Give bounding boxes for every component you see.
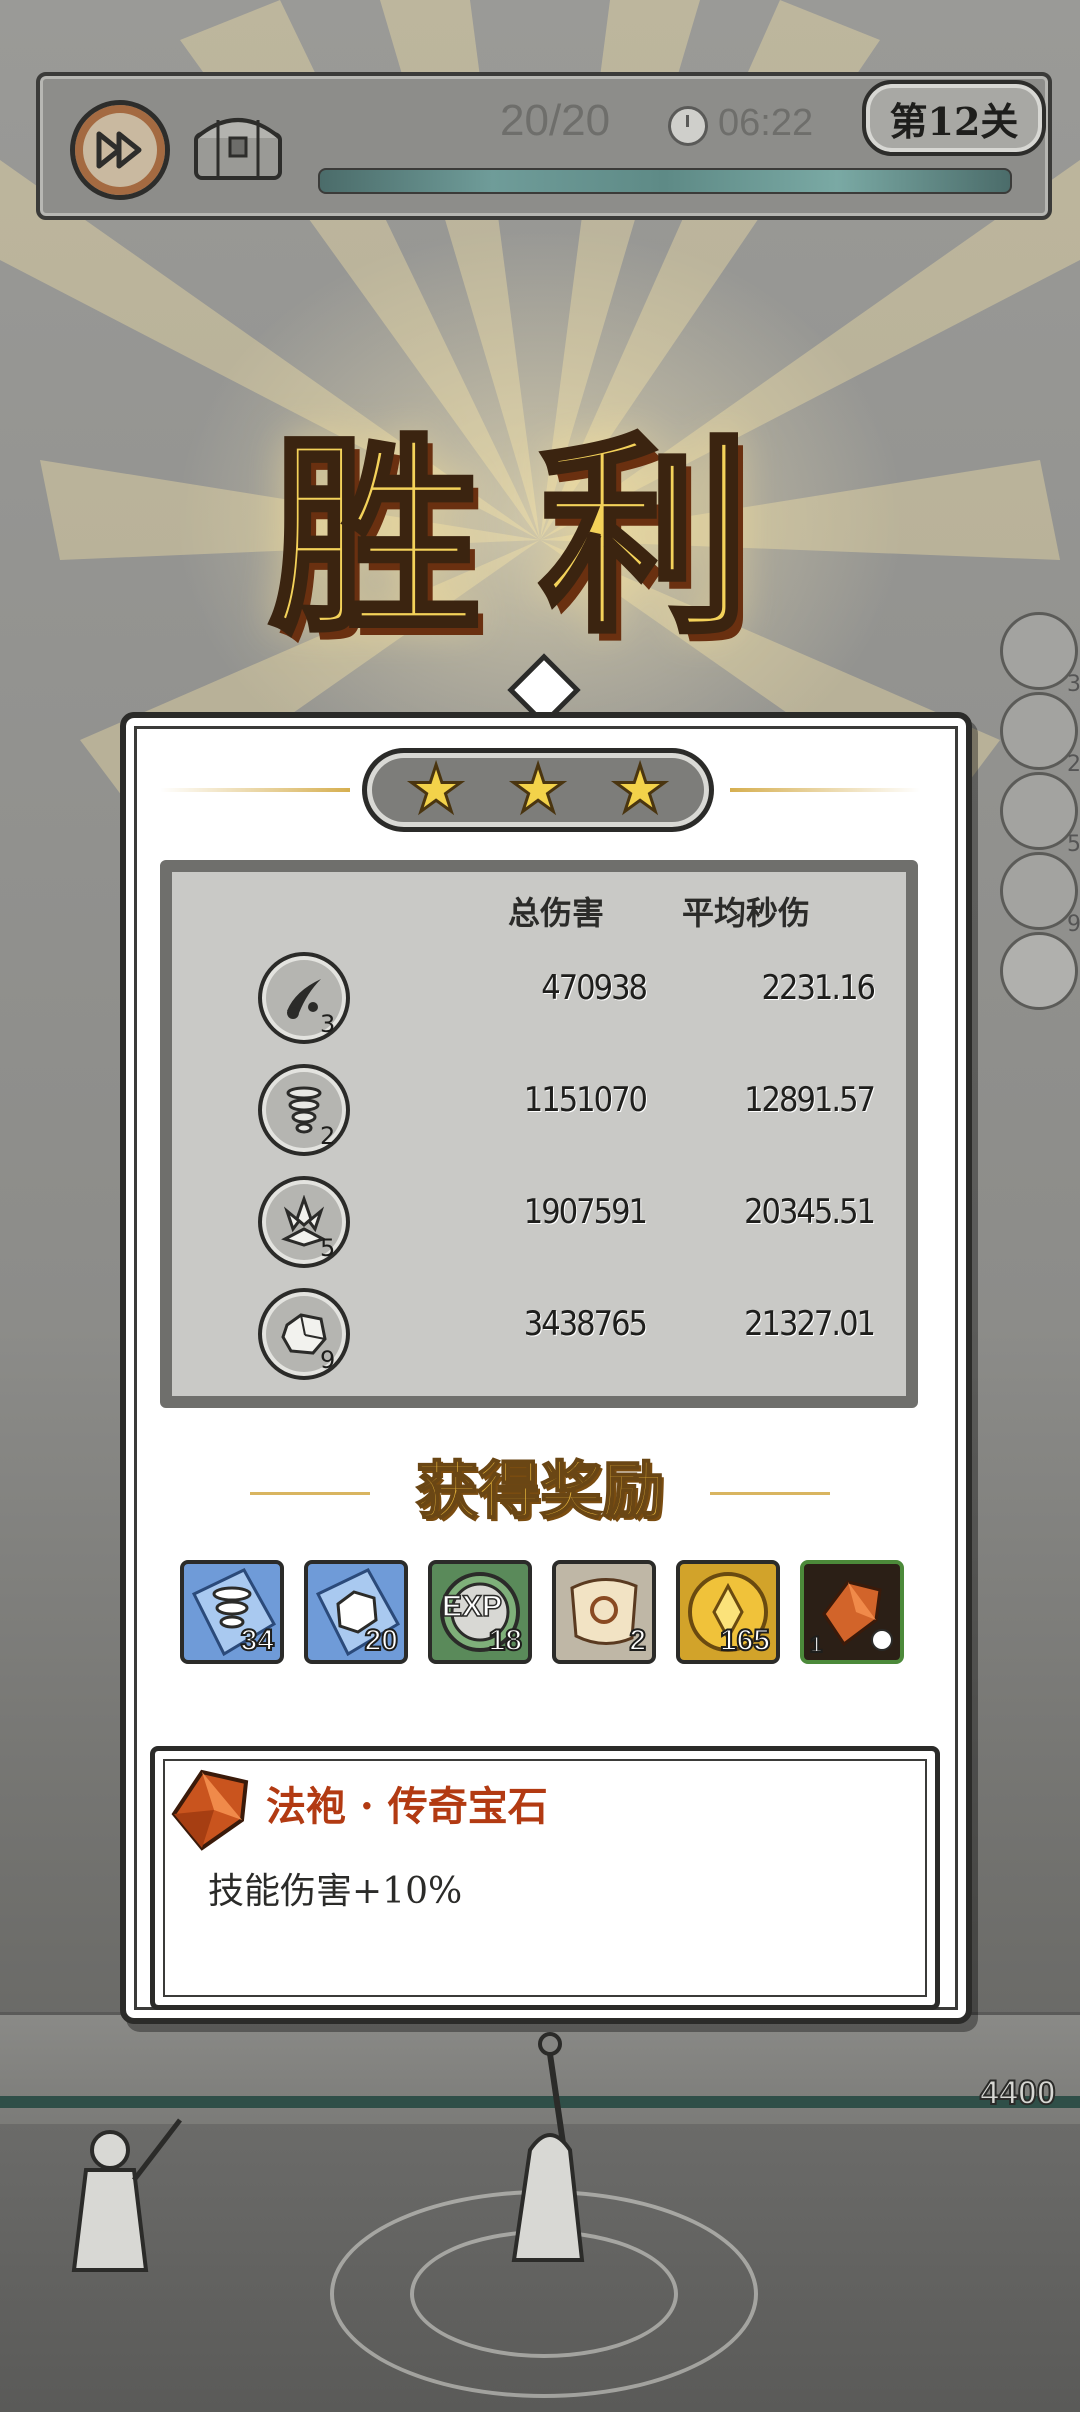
boulder-icon [258,1288,350,1380]
total-damage: 3438765 [523,1304,648,1344]
skill-level: 5 [320,1234,336,1262]
total-damage: 1151070 [523,1080,648,1120]
reward-count: 34 [240,1623,275,1658]
reward-count: 20 [364,1623,399,1658]
star-icon: ★ [508,753,568,827]
side-skill-level: 2 [1067,752,1080,777]
reward-item-legendary-gem[interactable]: 1 [800,1560,904,1664]
reward-count: 2 [628,1623,647,1658]
header-average-dps: 平均秒伤 [682,894,811,932]
victory-title: 胜利 [267,411,810,664]
divider-right [730,788,920,792]
total-damage: 1907591 [523,1192,648,1232]
reward-item-whirlwind-shard[interactable]: 34 [180,1560,284,1664]
clock-icon [668,106,708,146]
side-skill-level: 9 [1067,912,1080,937]
reward-item-exp[interactable]: EXP 18 [428,1560,532,1664]
average-dps: 21327.01 [744,1304,876,1344]
reward-item-scroll[interactable]: 2 [552,1560,656,1664]
side-skill-slot[interactable]: 3 [1000,612,1080,697]
reward-count: 165 [719,1623,771,1658]
reward-count: 1 [809,1631,823,1658]
side-skill-slot[interactable]: 9 [1000,852,1080,937]
side-skill-slot[interactable]: 5 [1000,772,1080,857]
side-skill-slot-empty[interactable] [1000,932,1078,1010]
divider-left [160,788,350,792]
reward-list: 34 20 EXP 18 2 165 1 [180,1560,908,1666]
total-damage: 470938 [541,968,648,1008]
stage-badge: 第12关 [862,80,1046,156]
enemy-progress-bar [318,168,1012,194]
reward-item-boulder-shard[interactable]: 20 [304,1560,408,1664]
whirlwind-icon [258,1064,350,1156]
exp-label: EXP [441,1589,503,1624]
average-dps: 2231.16 [761,968,876,1008]
skill-level: 2 [320,1122,336,1150]
fast-forward-icon [96,131,142,169]
average-dps: 20345.51 [744,1192,876,1232]
table-row: 5 1907591 20345.51 [172,1176,906,1276]
fast-forward-button[interactable] [70,100,170,200]
reward-item-gold[interactable]: 165 [676,1560,780,1664]
header-total-damage: 总伤害 [508,894,605,932]
average-dps: 12891.57 [744,1080,876,1120]
star-icon: ★ [406,753,466,827]
table-row: 2 1151070 12891.57 [172,1064,906,1164]
hero-mage-figure [511,2032,585,2262]
star-rating: ★ ★ ★ [362,748,714,832]
base-hp-value: 4400 [979,2073,1057,2113]
damage-stats-table: 总伤害 平均秒伤 3 470938 2231.16 2 1151070 1289… [160,860,918,1408]
skill-level: 3 [320,1010,336,1038]
gem-effect: 技能伤害+10% [208,1871,463,1912]
battle-timer: 06:22 [718,102,814,144]
rewards-title: 获得奖励 [415,1453,665,1528]
side-skill-level: 5 [1067,832,1080,857]
treasure-chest-icon [194,118,282,180]
treasure-chest-button[interactable] [190,106,286,186]
star-icon: ★ [610,753,670,827]
black-droplets-icon [258,952,350,1044]
table-row: 3 470938 2231.16 [172,952,906,1052]
skill-level: 9 [320,1346,336,1374]
ally-mage-figure [71,2118,182,2272]
wave-counter: 20/20 [500,96,611,145]
gem-name: 法袍 · 传奇宝石 [266,1783,548,1830]
crystal-shatter-icon [258,1176,350,1268]
legendary-gem-icon [171,1769,249,1851]
side-skill-slot[interactable]: 2 [1000,692,1080,777]
reward-count: 18 [488,1623,523,1658]
table-row: 9 3438765 21327.01 [172,1288,906,1388]
side-skill-level: 3 [1067,672,1080,697]
